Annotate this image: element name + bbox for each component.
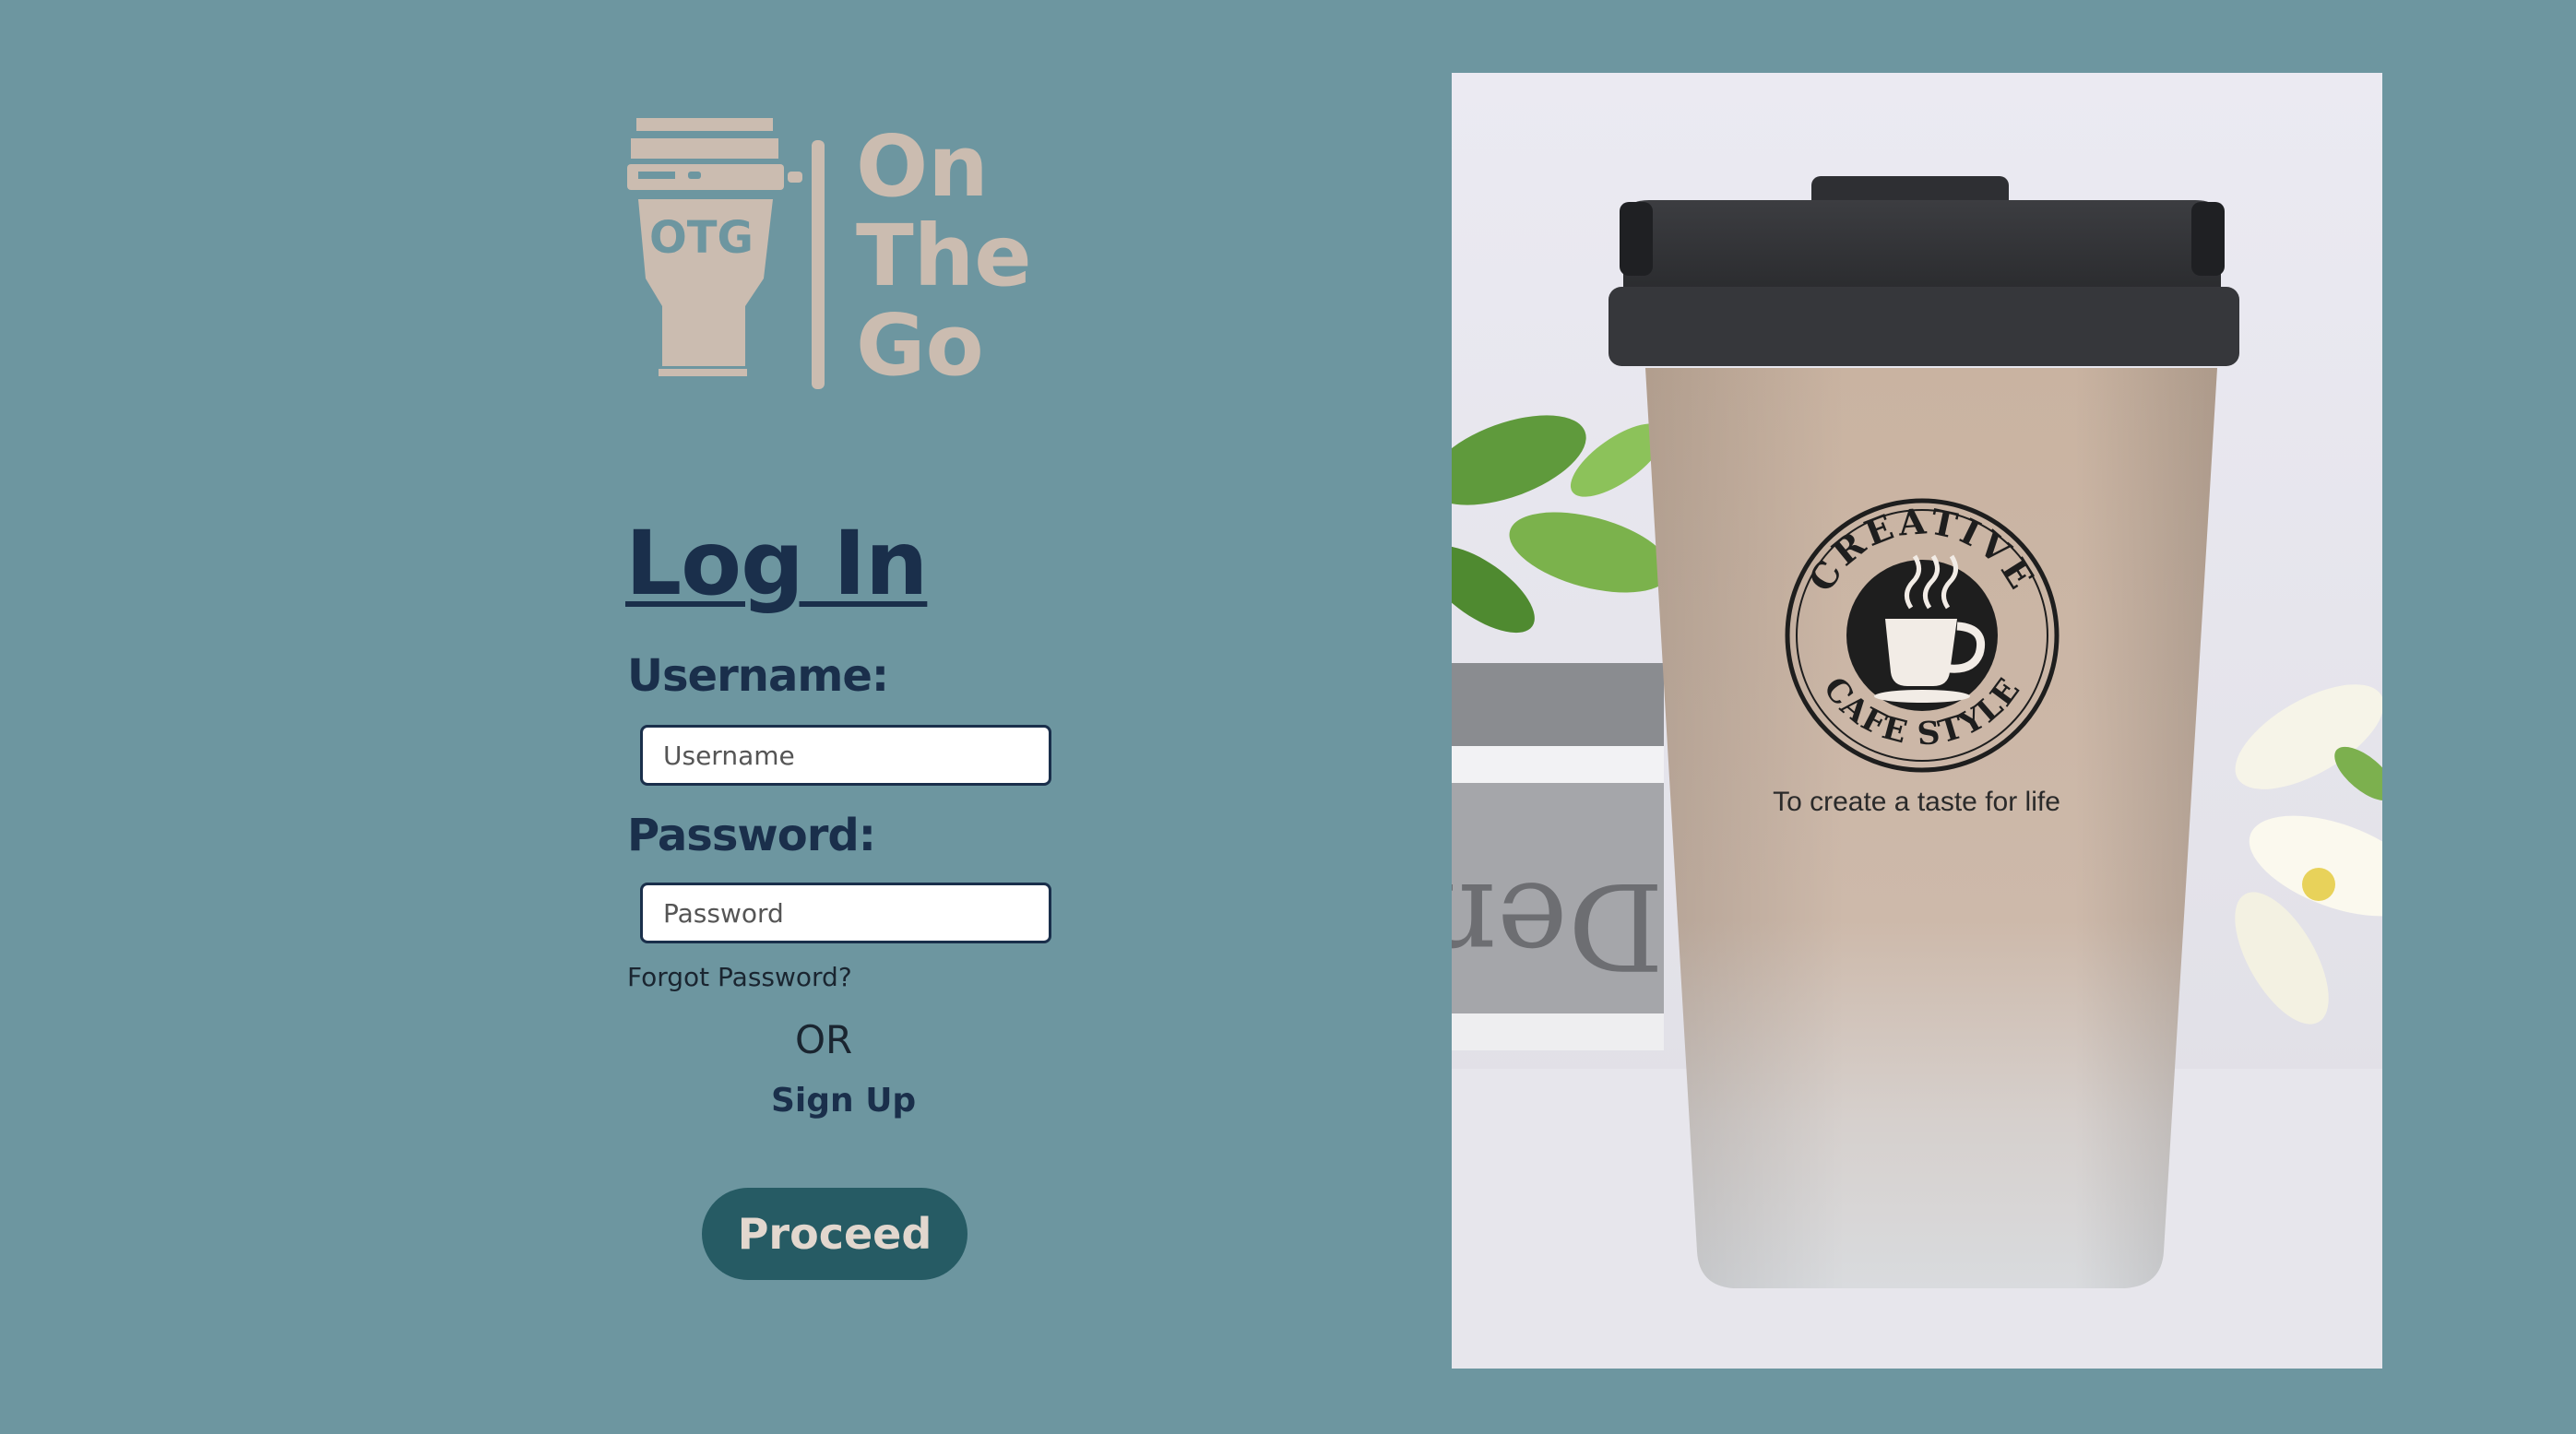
logo-line-2: The [856, 207, 1032, 305]
logo-wordmark: On The Go [856, 122, 1032, 390]
coffee-cup-logo-icon: OTG [627, 118, 784, 376]
forgot-password-link[interactable]: Forgot Password? [627, 962, 852, 992]
logo-line-3: Go [856, 296, 984, 395]
book-decoration: Den [1452, 663, 1664, 1050]
username-label: Username: [627, 650, 889, 702]
username-input[interactable] [640, 725, 1051, 786]
or-separator: OR [795, 1017, 853, 1062]
password-label: Password: [627, 810, 876, 861]
book-spine-text: Den [1452, 856, 1664, 996]
brand-logo: OTG On The Go [625, 113, 1040, 390]
password-input[interactable] [640, 883, 1051, 943]
cup-tagline: To create a taste for life [1773, 787, 2060, 817]
logo-divider [812, 140, 825, 389]
logo-dot [788, 172, 802, 183]
proceed-button[interactable]: Proceed [702, 1188, 967, 1280]
logo-badge-text: OTG [649, 212, 754, 264]
logo-line-1: On [856, 117, 989, 216]
sign-up-link[interactable]: Sign Up [771, 1082, 916, 1120]
product-photo: Den [1452, 73, 2382, 1369]
page-title: Log In [625, 512, 928, 615]
